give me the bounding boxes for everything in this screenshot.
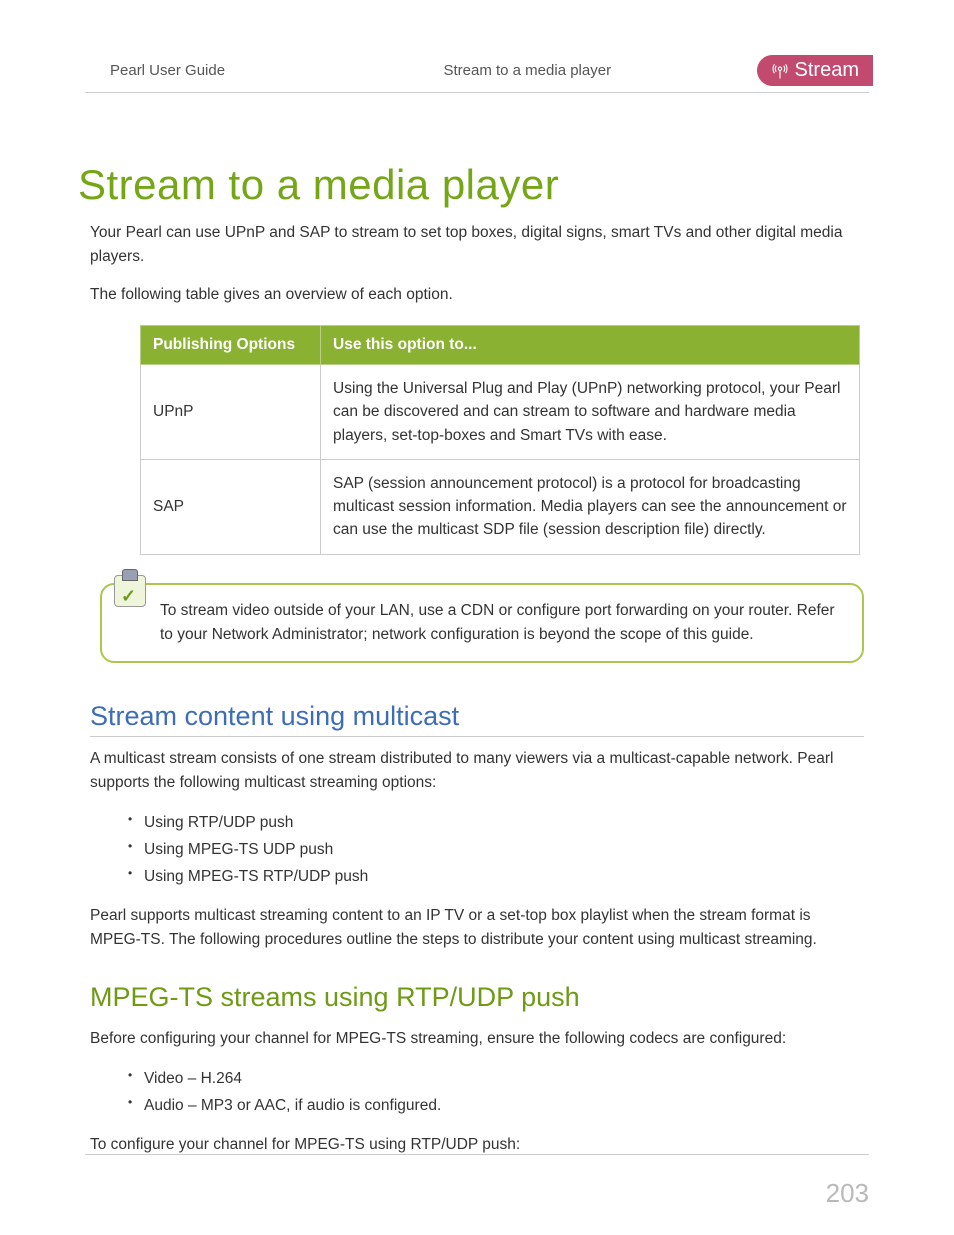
footer-divider	[85, 1154, 869, 1155]
page-header: Pearl User Guide Stream to a media playe…	[85, 55, 869, 93]
main-content: Stream to a media player Your Pearl can …	[85, 161, 869, 1157]
badge-label: Stream	[795, 59, 859, 82]
intro-paragraph-1: Your Pearl can use UPnP and SAP to strea…	[90, 221, 864, 269]
clipboard-check-icon: ✓	[112, 567, 146, 607]
page-title: Stream to a media player	[78, 161, 864, 209]
section-heading-multicast: Stream content using multicast	[90, 701, 864, 737]
stream-antenna-icon	[771, 62, 789, 80]
list-item: Using MPEG-TS RTP/UDP push	[128, 863, 864, 890]
section-badge: Stream	[757, 55, 873, 86]
header-left-text: Pearl User Guide	[110, 62, 225, 79]
table-header-col1: Publishing Options	[141, 326, 321, 365]
info-callout: ✓ To stream video outside of your LAN, u…	[100, 583, 864, 663]
section-heading-mpegts: MPEG-TS streams using RTP/UDP push	[90, 982, 864, 1017]
intro-paragraph-2: The following table gives an overview of…	[90, 283, 864, 307]
table-cell-desc: Using the Universal Plug and Play (UPnP)…	[321, 365, 860, 460]
header-center-text: Stream to a media player	[443, 62, 611, 79]
list-item: Video – H.264	[128, 1065, 864, 1092]
page: Pearl User Guide Stream to a media playe…	[0, 0, 954, 1235]
list-item: Using MPEG-TS UDP push	[128, 836, 864, 863]
section2-paragraph-1: Before configuring your channel for MPEG…	[90, 1027, 864, 1051]
codec-list: Video – H.264 Audio – MP3 or AAC, if aud…	[128, 1065, 864, 1119]
table-cell-desc: SAP (session announcement protocol) is a…	[321, 459, 860, 554]
table-cell-option: SAP	[141, 459, 321, 554]
table-row: SAP SAP (session announcement protocol) …	[141, 459, 860, 554]
page-number: 203	[826, 1178, 869, 1209]
publishing-options-table: Publishing Options Use this option to...…	[140, 325, 860, 555]
section1-paragraph-1: A multicast stream consists of one strea…	[90, 747, 864, 795]
table-row: UPnP Using the Universal Plug and Play (…	[141, 365, 860, 460]
section1-paragraph-2: Pearl supports multicast streaming conte…	[90, 904, 864, 952]
table-header-col2: Use this option to...	[321, 326, 860, 365]
page-footer: 203	[85, 1154, 869, 1205]
multicast-options-list: Using RTP/UDP push Using MPEG-TS UDP pus…	[128, 809, 864, 890]
list-item: Audio – MP3 or AAC, if audio is configur…	[128, 1092, 864, 1119]
table-cell-option: UPnP	[141, 365, 321, 460]
list-item: Using RTP/UDP push	[128, 809, 864, 836]
callout-text: To stream video outside of your LAN, use…	[160, 602, 835, 643]
